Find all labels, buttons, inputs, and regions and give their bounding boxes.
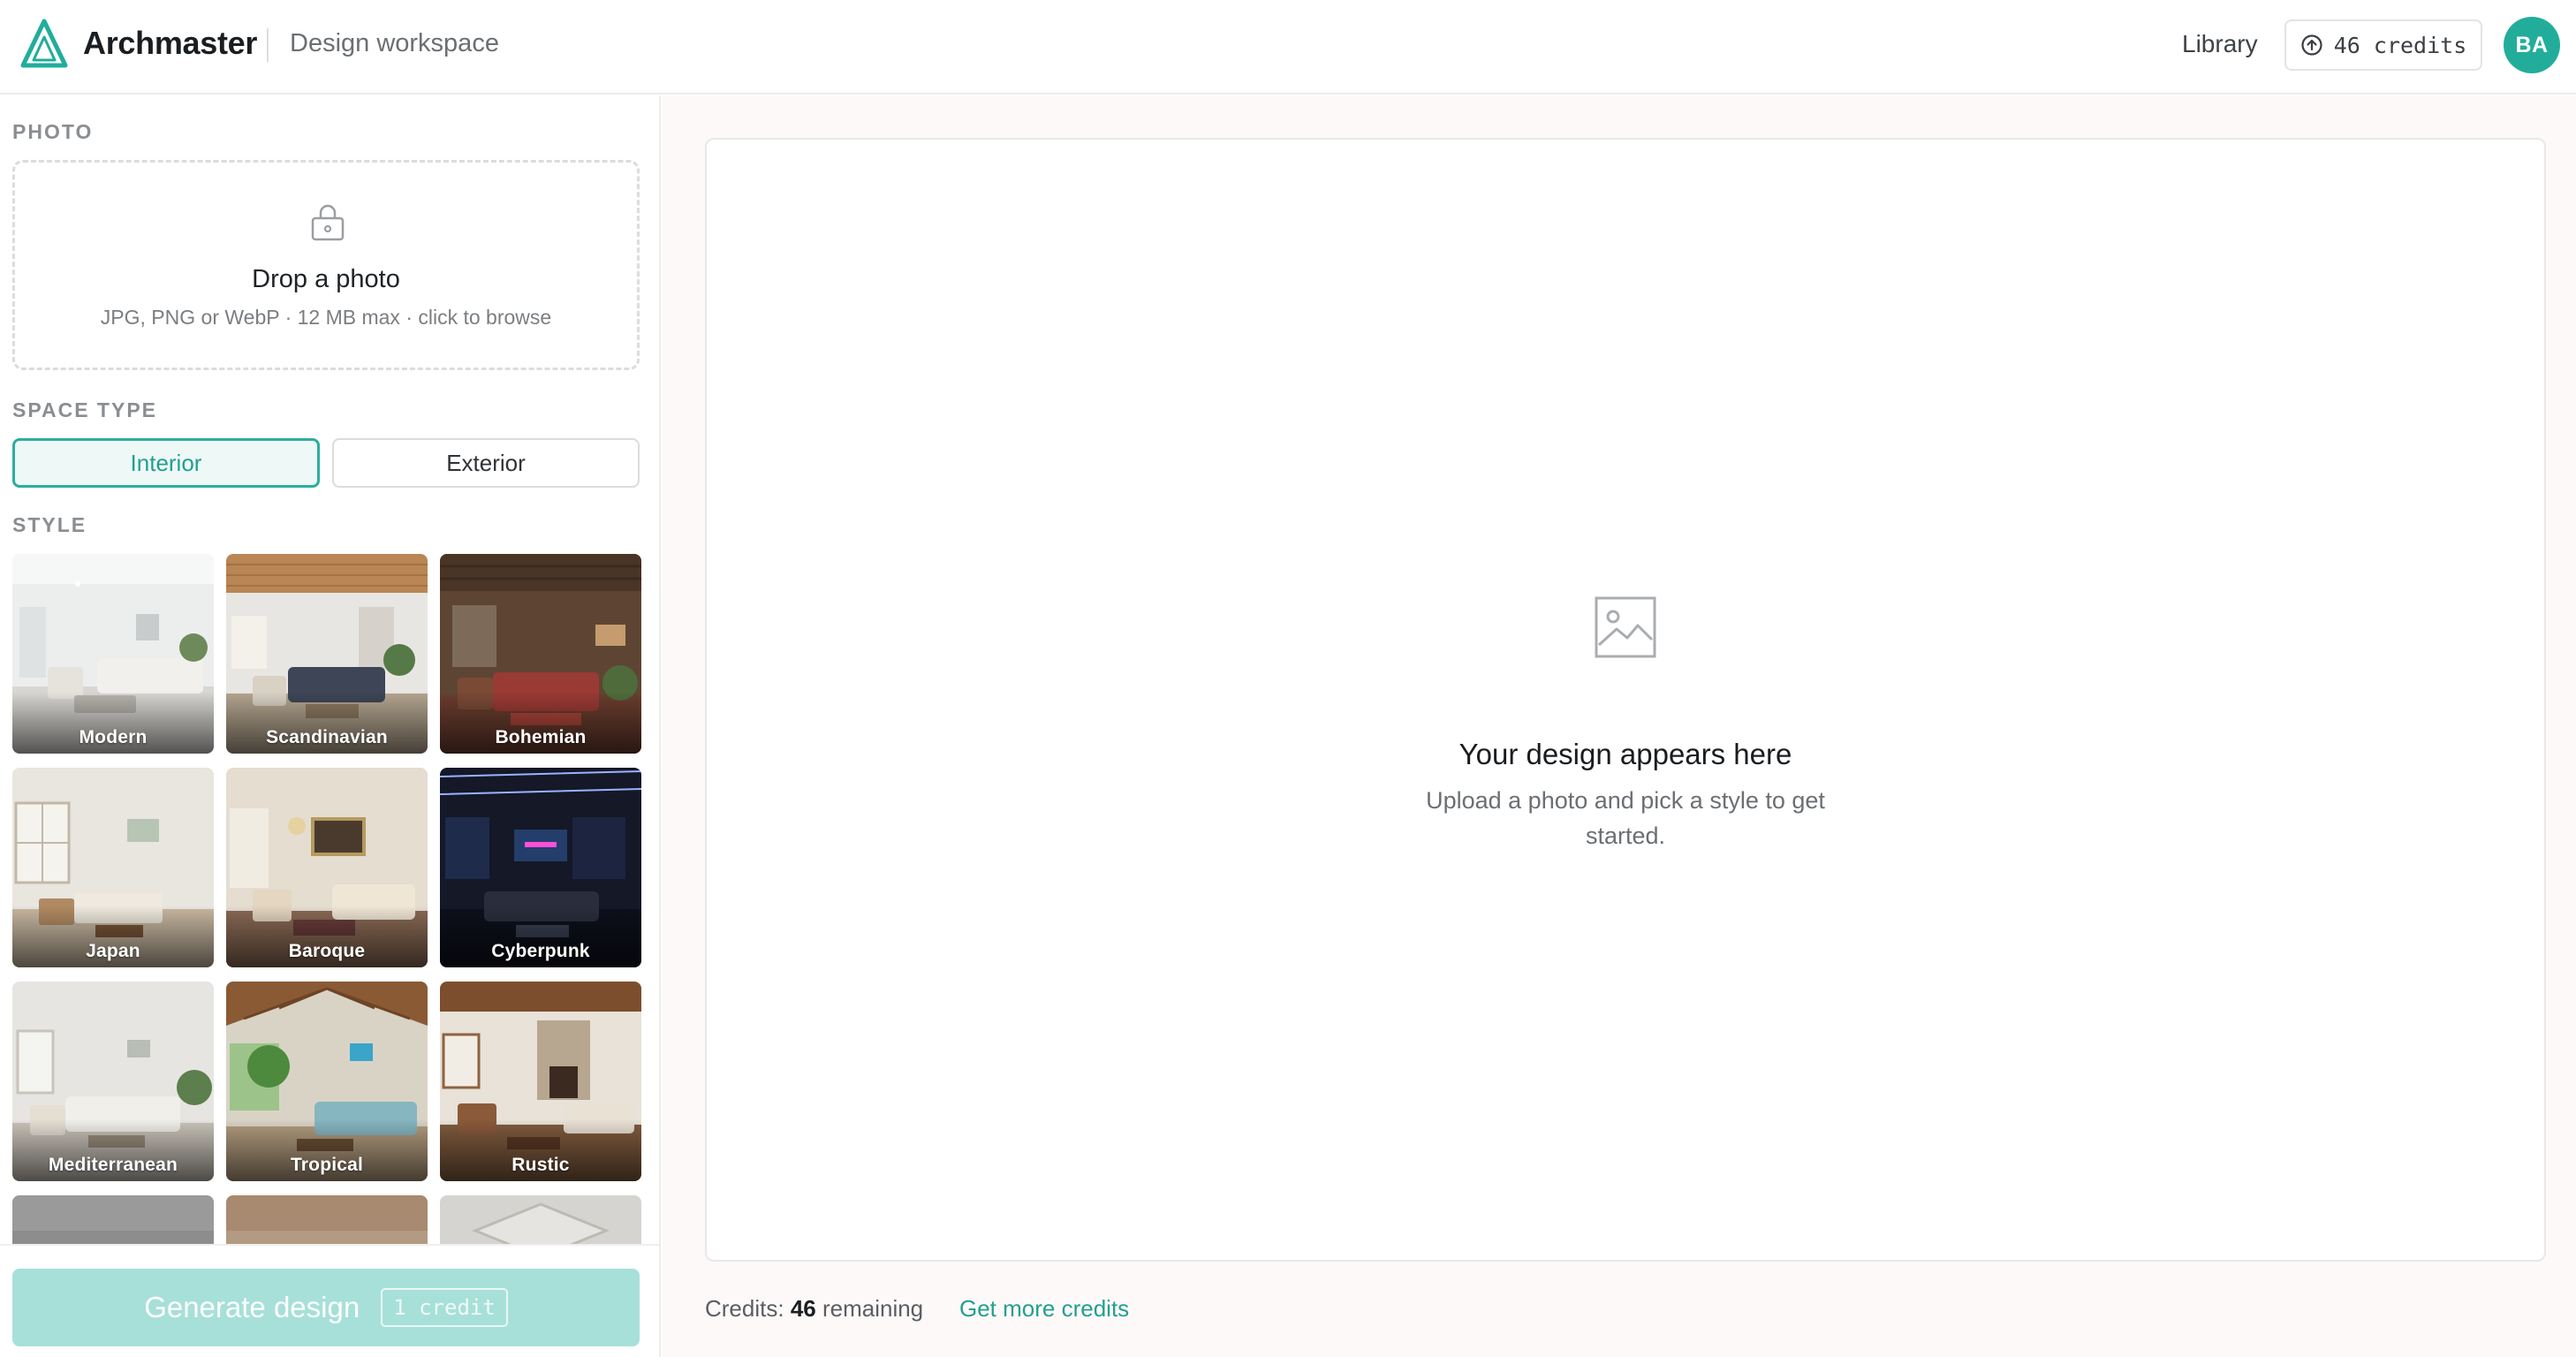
empty-state-title: Your design appears here xyxy=(1458,738,1792,770)
design-canvas: Your design appears here Upload a photo … xyxy=(705,138,2546,1262)
design-area: Your design appears here Upload a photo … xyxy=(663,95,2576,1357)
style-tile-row4-c[interactable] xyxy=(440,1195,641,1245)
room-thumbnail xyxy=(226,1195,428,1245)
brand-divider xyxy=(267,28,269,62)
style-grid: Modern Scandinavian Bohemian Japan Baroq… xyxy=(12,554,641,1245)
dropzone-title: Drop a photo xyxy=(252,265,400,293)
lock-upload-icon xyxy=(311,204,345,241)
generate-design-button[interactable]: Generate design 1 credit xyxy=(12,1269,640,1346)
style-label: Cyberpunk xyxy=(491,941,590,961)
credits-suffix: remaining xyxy=(822,1295,924,1322)
room-thumbnail xyxy=(12,1195,214,1245)
credits-status: Credits: 46 remaining xyxy=(705,1295,923,1323)
generate-bar: Generate design 1 credit xyxy=(0,1244,659,1357)
style-tile-mediterranean[interactable]: Mediterranean xyxy=(12,982,214,1181)
style-label: Scandinavian xyxy=(266,727,388,747)
style-tile-scandinavian[interactable]: Scandinavian xyxy=(226,554,428,754)
archmaster-logo-icon[interactable] xyxy=(19,18,69,69)
style-tile-tropical[interactable]: Tropical xyxy=(226,982,428,1181)
photo-dropzone[interactable]: Drop a photo JPG, PNG or WebP · 12 MB ma… xyxy=(12,160,640,370)
space-type-exterior-button[interactable]: Exterior xyxy=(332,438,640,488)
style-label: Japan xyxy=(86,941,140,961)
style-tile-row4-b[interactable] xyxy=(226,1195,428,1245)
photo-section-label: PHOTO xyxy=(12,120,94,143)
user-avatar[interactable]: BA xyxy=(2504,17,2560,73)
workspace-title: Design workspace xyxy=(290,29,499,57)
generate-cost-badge: 1 credit xyxy=(381,1288,508,1327)
style-tile-row4-a[interactable] xyxy=(12,1195,214,1245)
style-tile-bohemian[interactable]: Bohemian xyxy=(440,554,641,754)
style-label: Modern xyxy=(79,727,148,747)
style-tile-cyberpunk[interactable]: Cyberpunk xyxy=(440,768,641,967)
credits-count: 46 credits xyxy=(2333,32,2467,58)
style-tile-japan[interactable]: Japan xyxy=(12,768,214,967)
style-section-label: STYLE xyxy=(12,513,87,536)
space-type-label: SPACE TYPE xyxy=(12,398,157,421)
credits-remaining-value: 46 xyxy=(790,1295,816,1322)
credits-up-arrow-icon xyxy=(2301,34,2322,56)
controls-sidebar: PHOTO Drop a photo JPG, PNG or WebP · 12… xyxy=(0,95,661,1357)
space-type-interior-button[interactable]: Interior xyxy=(12,438,320,488)
style-label: Bohemian xyxy=(495,727,587,747)
dropzone-hint: JPG, PNG or WebP · 12 MB max · click to … xyxy=(100,306,552,329)
room-thumbnail xyxy=(440,1195,641,1245)
style-label: Rustic xyxy=(511,1155,570,1175)
brand-name[interactable]: Archmaster xyxy=(83,25,257,62)
credits-prefix: Credits: xyxy=(705,1295,784,1322)
top-bar: Archmaster Design workspace Library 46 c… xyxy=(0,0,2576,95)
style-tile-rustic[interactable]: Rustic xyxy=(440,982,641,1181)
credits-button[interactable]: 46 credits xyxy=(2284,19,2482,71)
style-label: Mediterranean xyxy=(48,1155,178,1175)
library-link[interactable]: Library xyxy=(2182,30,2258,58)
style-label: Baroque xyxy=(288,941,366,961)
style-tile-modern[interactable]: Modern xyxy=(12,554,214,754)
get-more-credits-link[interactable]: Get more credits xyxy=(959,1295,1129,1323)
style-label: Tropical xyxy=(290,1155,364,1175)
empty-state-subtitle: Upload a photo and pick a style to get s… xyxy=(1426,787,1825,849)
style-tile-baroque[interactable]: Baroque xyxy=(226,768,428,967)
image-placeholder-icon xyxy=(1595,596,1656,658)
generate-label: Generate design xyxy=(144,1291,360,1323)
